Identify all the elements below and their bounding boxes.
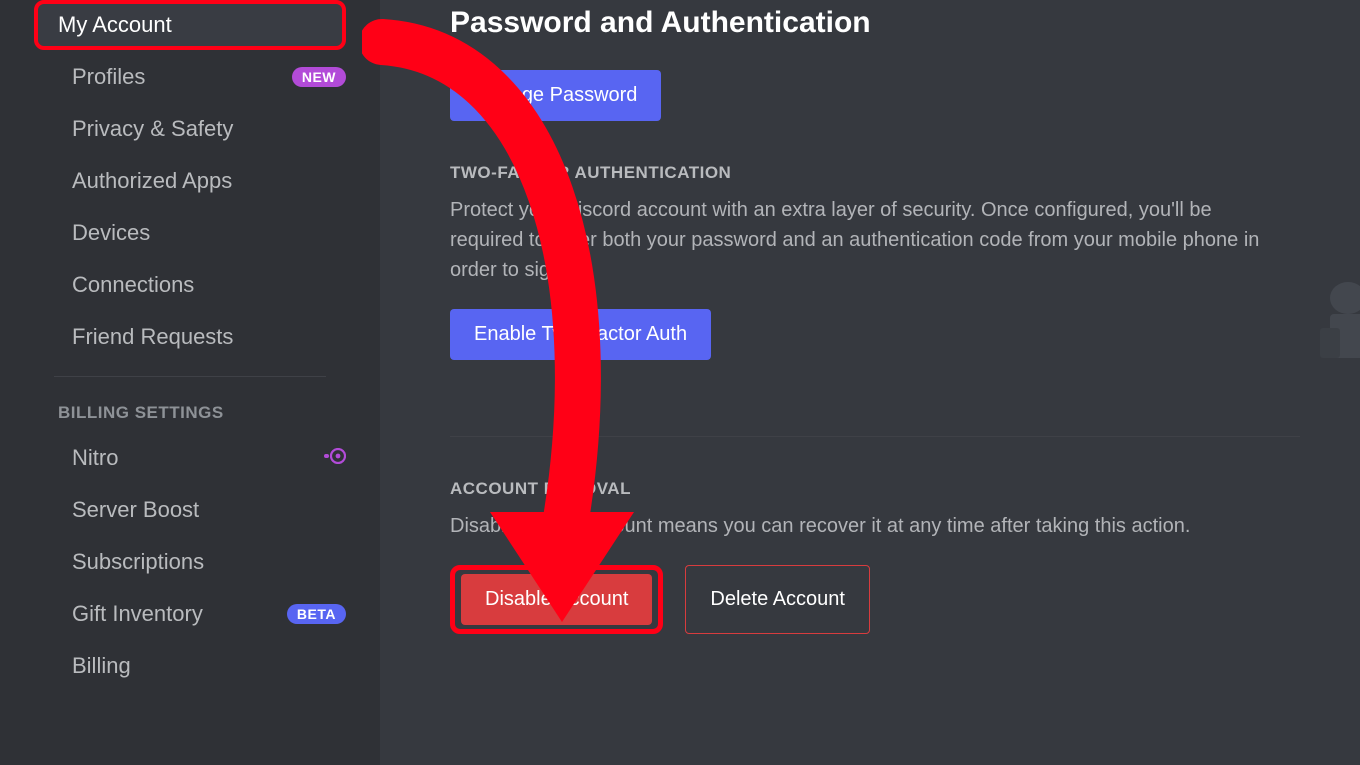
- two-factor-description: Protect your Discord account with an ext…: [450, 195, 1270, 285]
- sidebar-item-server-boost[interactable]: Server Boost: [14, 485, 366, 535]
- annotation-highlight-disable: Disable Account: [450, 565, 663, 634]
- settings-sidebar: My Account Profiles NEW Privacy & Safety…: [0, 0, 380, 765]
- sidebar-item-devices[interactable]: Devices: [14, 208, 366, 258]
- delete-account-button[interactable]: Delete Account: [685, 565, 870, 634]
- sidebar-item-label: Gift Inventory: [72, 601, 203, 627]
- account-removal-buttons: Disable Account Delete Account: [450, 565, 1300, 634]
- disable-account-button[interactable]: Disable Account: [461, 574, 652, 625]
- sidebar-item-authorized-apps[interactable]: Authorized Apps: [14, 156, 366, 206]
- new-badge: NEW: [292, 67, 346, 87]
- section-divider: [450, 436, 1300, 437]
- sidebar-item-label: Connections: [72, 272, 194, 298]
- sidebar-item-connections[interactable]: Connections: [14, 260, 366, 310]
- account-removal-header: ACCOUNT REMOVAL: [450, 479, 1300, 499]
- sidebar-item-friend-requests[interactable]: Friend Requests: [14, 312, 366, 362]
- sidebar-item-my-account[interactable]: My Account: [34, 0, 346, 50]
- sidebar-item-label: Subscriptions: [72, 549, 204, 575]
- two-factor-header: TWO-FACTOR AUTHENTICATION: [450, 163, 1300, 183]
- sidebar-item-nitro[interactable]: Nitro: [14, 433, 366, 483]
- sidebar-item-label: Server Boost: [72, 497, 199, 523]
- change-password-button[interactable]: Change Password: [450, 70, 661, 121]
- sidebar-item-label: Authorized Apps: [72, 168, 232, 194]
- sidebar-item-label: Devices: [72, 220, 150, 246]
- sidebar-item-label: Friend Requests: [72, 324, 233, 350]
- settings-main-panel: Password and Authentication Change Passw…: [380, 0, 1360, 765]
- sidebar-section-header-billing: BILLING SETTINGS: [0, 391, 380, 431]
- sidebar-item-label: My Account: [58, 12, 172, 38]
- sidebar-item-label: Profiles: [72, 64, 145, 90]
- sidebar-item-label: Privacy & Safety: [72, 116, 233, 142]
- sidebar-item-label: Billing: [72, 653, 131, 679]
- account-removal-description: Disabling your account means you can rec…: [450, 511, 1270, 541]
- sidebar-item-subscriptions[interactable]: Subscriptions: [14, 537, 366, 587]
- sidebar-item-gift-inventory[interactable]: Gift Inventory BETA: [14, 589, 366, 639]
- page-title: Password and Authentication: [450, 0, 1300, 40]
- sidebar-item-profiles[interactable]: Profiles NEW: [14, 52, 366, 102]
- sidebar-item-privacy-safety[interactable]: Privacy & Safety: [14, 104, 366, 154]
- decorative-illustration: [1302, 268, 1360, 368]
- sidebar-item-billing[interactable]: Billing: [14, 641, 366, 691]
- enable-two-factor-button[interactable]: Enable Two-Factor Auth: [450, 309, 711, 360]
- nitro-icon: [324, 448, 346, 469]
- beta-badge: BETA: [287, 604, 346, 624]
- sidebar-divider: [54, 376, 326, 377]
- sidebar-item-label: Nitro: [72, 445, 118, 471]
